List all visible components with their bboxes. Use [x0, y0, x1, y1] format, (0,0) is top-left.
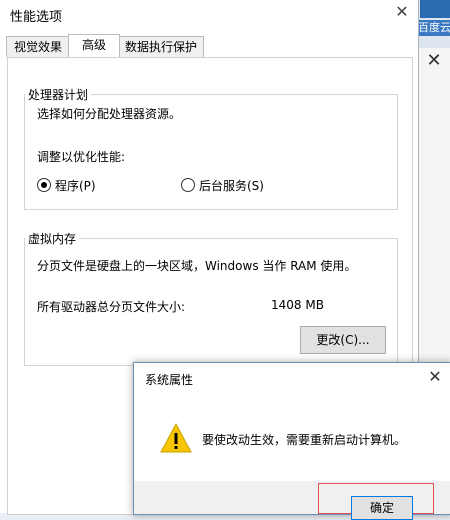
- system-properties-dialog: 系统属性 ✕ 要使改动生效，需要重新启动计算机。 确定: [133, 362, 450, 520]
- tab-visual-effects[interactable]: 视觉效果: [6, 36, 70, 57]
- tab-data-execution-prevention[interactable]: 数据执行保护: [118, 36, 204, 57]
- programs-radio[interactable]: [37, 178, 51, 192]
- close-icon[interactable]: ✕: [386, 0, 418, 28]
- processor-description: 选择如何分配处理器资源。: [37, 107, 182, 121]
- sys-dialog-title: 系统属性: [145, 373, 194, 387]
- virtual-memory-legend: 虚拟内存: [28, 232, 77, 246]
- tab-advanced[interactable]: 高级: [68, 34, 120, 57]
- change-button[interactable]: 更改(C)...: [300, 326, 386, 354]
- ok-button[interactable]: 确定: [351, 496, 413, 520]
- window-title: 性能选项: [10, 10, 63, 25]
- desktop-shortcut-icon[interactable]: [420, 0, 450, 18]
- background-services-radio[interactable]: [181, 178, 195, 192]
- ok-button-highlight: 确定: [318, 483, 434, 520]
- restart-message: 要使改动生效，需要重新启动计算机。: [202, 433, 407, 447]
- virtual-memory-description: 分页文件是硬盘上的一块区域，Windows 当作 RAM 使用。: [37, 259, 357, 273]
- adjust-for-label: 调整以优化性能:: [37, 150, 126, 164]
- total-paging-file-label: 所有驱动器总分页文件大小:: [37, 300, 186, 314]
- sys-dialog-close-icon[interactable]: ✕: [419, 363, 450, 391]
- titlebar: 性能选项 ✕: [0, 0, 418, 28]
- programs-radio-label[interactable]: 程序(P): [55, 177, 96, 194]
- desktop-shortcut-label: 百度云: [418, 20, 450, 36]
- background-close-icon[interactable]: ✕: [420, 50, 448, 72]
- background-services-radio-label[interactable]: 后台服务(S): [199, 177, 264, 194]
- warning-icon: [160, 423, 192, 453]
- processor-scheduling-legend: 处理器计划: [28, 88, 89, 102]
- total-paging-file-value: 1408 MB: [271, 298, 324, 312]
